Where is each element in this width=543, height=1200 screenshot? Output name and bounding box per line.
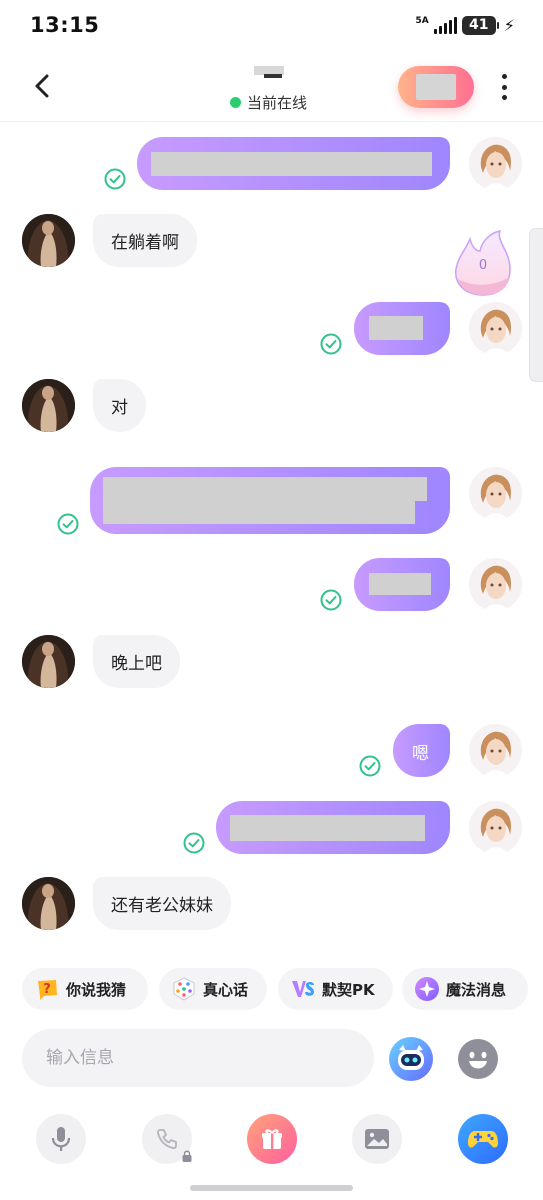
game-button[interactable] [458, 1114, 508, 1164]
message-bubble-other[interactable]: 还有老公妹妹 [93, 877, 231, 930]
phone-icon [156, 1129, 177, 1150]
contact-avatar[interactable] [22, 379, 75, 432]
emoji-button[interactable] [457, 1038, 499, 1080]
chat-header: 当前在线 [0, 52, 543, 122]
chip-magic-message[interactable]: 魔法消息 [402, 968, 528, 1010]
message-bubble-self[interactable] [216, 801, 450, 854]
signal-icon [433, 16, 457, 34]
online-dot [230, 97, 241, 108]
status-time: 13:15 [30, 13, 100, 37]
read-check-icon [359, 755, 381, 777]
message-bubble-self[interactable] [90, 467, 450, 534]
chip-guess-game[interactable]: ? 你说我猜 [22, 968, 148, 1010]
self-avatar[interactable] [469, 558, 522, 611]
battery-icon: 41 [461, 15, 499, 35]
lock-icon [182, 1150, 192, 1162]
contact-avatar[interactable] [22, 635, 75, 688]
voice-button[interactable] [36, 1114, 86, 1164]
message-bubble-self[interactable] [137, 137, 450, 190]
back-button[interactable] [26, 70, 58, 102]
message-text-redacted [151, 152, 432, 176]
header-action-button[interactable] [398, 66, 474, 108]
self-avatar[interactable] [469, 467, 522, 520]
read-check-icon [320, 589, 342, 611]
chip-label: 魔法消息 [446, 980, 507, 999]
message-text-redacted [103, 477, 427, 501]
quick-actions: ? 你说我猜 真心话 默契PK 魔法消息 [22, 968, 532, 1010]
smiley-icon [458, 1039, 498, 1079]
flame-icon: 0 [455, 229, 511, 296]
gift-icon [262, 1129, 282, 1149]
self-avatar[interactable] [469, 137, 522, 190]
svg-text:?: ? [43, 982, 51, 997]
message-bubble-other[interactable]: 对 [93, 379, 146, 432]
vs-icon [290, 976, 316, 1002]
intimacy-value: 0 [479, 258, 487, 273]
battery-level: 41 [469, 17, 489, 33]
question-card-icon: ? [34, 976, 60, 1002]
robot-icon [389, 1037, 433, 1081]
status-indicators: 5A 41 ⚡ [416, 14, 515, 36]
self-avatar[interactable] [469, 724, 522, 777]
network-type: 5A [415, 15, 429, 26]
message-text-redacted [230, 815, 425, 841]
chip-label: 你说我猜 [66, 980, 127, 999]
charging-icon: ⚡ [503, 15, 515, 35]
message-bubble-other[interactable]: 在躺着啊 [93, 214, 197, 267]
message-bubble-self[interactable] [354, 302, 450, 355]
self-avatar[interactable] [469, 302, 522, 355]
image-button[interactable] [352, 1114, 402, 1164]
online-status-text: 当前在线 [247, 94, 308, 112]
read-check-icon [57, 513, 79, 535]
message-bubble-other[interactable]: 晚上吧 [93, 635, 180, 688]
gift-button[interactable] [247, 1114, 297, 1164]
message-text-redacted [369, 573, 431, 595]
chevron-left-icon [35, 74, 49, 98]
ai-assistant-button[interactable] [388, 1036, 434, 1082]
call-button[interactable] [142, 1114, 192, 1164]
chip-label: 真心话 [203, 980, 249, 999]
message-text: 嗯 [412, 744, 429, 764]
message-text-redacted [103, 501, 415, 524]
intimacy-badge[interactable]: 0 [452, 229, 514, 299]
chip-truth[interactable]: 真心话 [159, 968, 267, 1010]
message-list[interactable]: 在躺着啊 0 对 晚上吧 嗯 还有老公妹妹 [0, 122, 543, 962]
more-options-button[interactable] [494, 74, 514, 100]
chip-label: 默契PK [322, 980, 375, 999]
status-bar: 13:15 5A 41 ⚡ [0, 0, 543, 52]
contact-avatar[interactable] [22, 877, 75, 930]
read-check-icon [183, 832, 205, 854]
message-bubble-self[interactable]: 嗯 [393, 724, 450, 777]
image-icon [365, 1129, 389, 1149]
dice-icon [171, 976, 197, 1002]
message-bubble-self[interactable] [354, 558, 450, 611]
home-indicator[interactable] [190, 1185, 353, 1191]
microphone-icon [51, 1127, 71, 1151]
online-status: 当前在线 [230, 92, 307, 113]
gamepad-icon [468, 1131, 498, 1148]
read-check-icon [320, 333, 342, 355]
chip-pk[interactable]: 默契PK [278, 968, 393, 1010]
message-input[interactable] [22, 1029, 374, 1087]
contact-avatar[interactable] [22, 214, 75, 267]
side-drawer-handle[interactable] [529, 228, 543, 382]
self-avatar[interactable] [469, 801, 522, 854]
contact-name-redacted [254, 66, 288, 80]
more-dots-icon [501, 74, 507, 79]
magic-star-icon [414, 976, 440, 1002]
message-text-redacted [369, 316, 423, 340]
read-check-icon [104, 168, 126, 190]
action-label-redacted [416, 74, 456, 100]
